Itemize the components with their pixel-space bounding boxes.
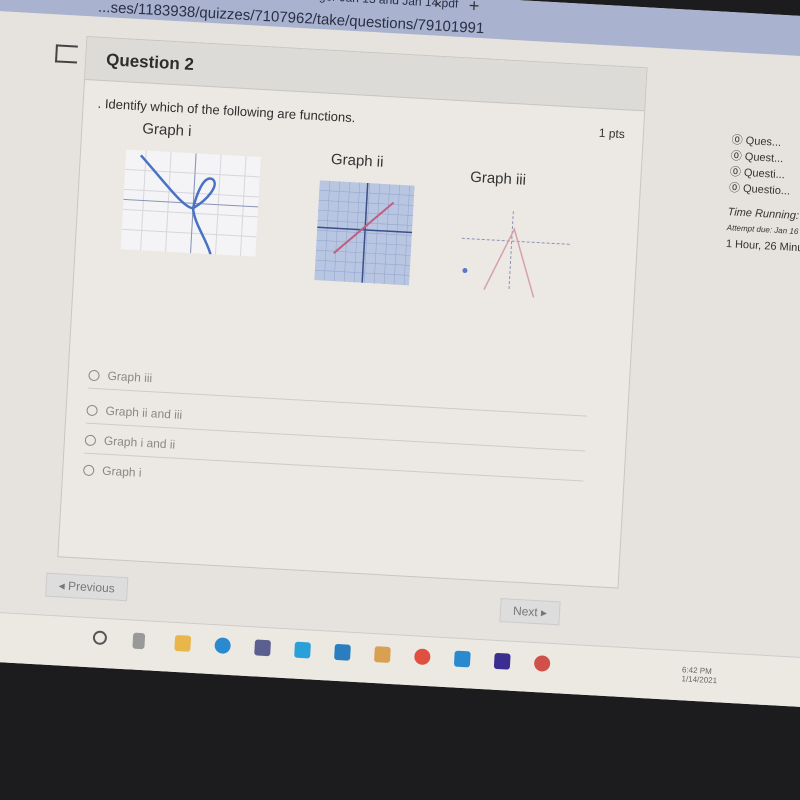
radio-icon[interactable] xyxy=(86,404,98,417)
chrome-icon[interactable] xyxy=(413,648,431,666)
edge-icon[interactable] xyxy=(214,637,232,655)
option-label: Graph i and ii xyxy=(103,433,176,452)
taskbar: 6:42 PM 1/14/2021 xyxy=(0,609,800,707)
question-card: Question 2 1 pts . Identify which of the… xyxy=(57,36,648,589)
lexia-icon[interactable] xyxy=(294,641,311,659)
media-icon[interactable] xyxy=(453,650,471,668)
flag-icon[interactable] xyxy=(54,44,78,64)
graph-iii-label: Graph iii xyxy=(469,168,527,189)
graph-i-image xyxy=(120,149,262,257)
search-icon[interactable] xyxy=(92,630,108,646)
option-label: Graph iii xyxy=(107,368,153,386)
app-icon[interactable] xyxy=(373,646,391,663)
graph-ii-label: Graph ii xyxy=(330,150,384,171)
sidebar: ⓪ Ques... ⓪ Quest... ⓪ Questi... ⓪ Quest… xyxy=(725,132,800,257)
adobe-icon[interactable] xyxy=(493,652,511,670)
tab-close-icon[interactable]: × xyxy=(433,0,442,12)
system-tray-clock[interactable]: 6:42 PM 1/14/2021 xyxy=(681,665,718,685)
elapsed-time: 1 Hour, 26 Minute... xyxy=(725,238,800,256)
radio-icon[interactable] xyxy=(82,464,95,477)
store-icon[interactable] xyxy=(254,639,272,657)
graph-iii-image xyxy=(461,211,572,298)
previous-button[interactable]: ◂ Previous xyxy=(45,572,129,602)
question-link[interactable]: ⓪ Questio... xyxy=(729,180,800,201)
graph-i-label: Graph i xyxy=(141,120,192,141)
next-button[interactable]: Next ▸ xyxy=(499,598,561,626)
question-title: Question 2 xyxy=(105,50,195,75)
question-points: 1 pts xyxy=(598,125,626,142)
option-label: Graph i xyxy=(101,463,142,480)
chrome-2-icon[interactable] xyxy=(533,655,551,672)
graph-ii-image xyxy=(314,180,415,286)
radio-icon[interactable] xyxy=(88,370,100,382)
file-explorer-icon[interactable] xyxy=(174,634,192,652)
question-text: . Identify which of the following are fu… xyxy=(97,95,356,126)
radio-icon[interactable] xyxy=(84,434,97,447)
mail-icon[interactable] xyxy=(334,643,351,661)
new-tab-button[interactable]: + xyxy=(468,0,480,17)
screen: ...ger Jan 13 and Jan 14.pdf × + ...ses/… xyxy=(0,0,800,707)
option-label: Graph ii and iii xyxy=(105,403,183,422)
task-view-icon[interactable] xyxy=(132,632,146,650)
